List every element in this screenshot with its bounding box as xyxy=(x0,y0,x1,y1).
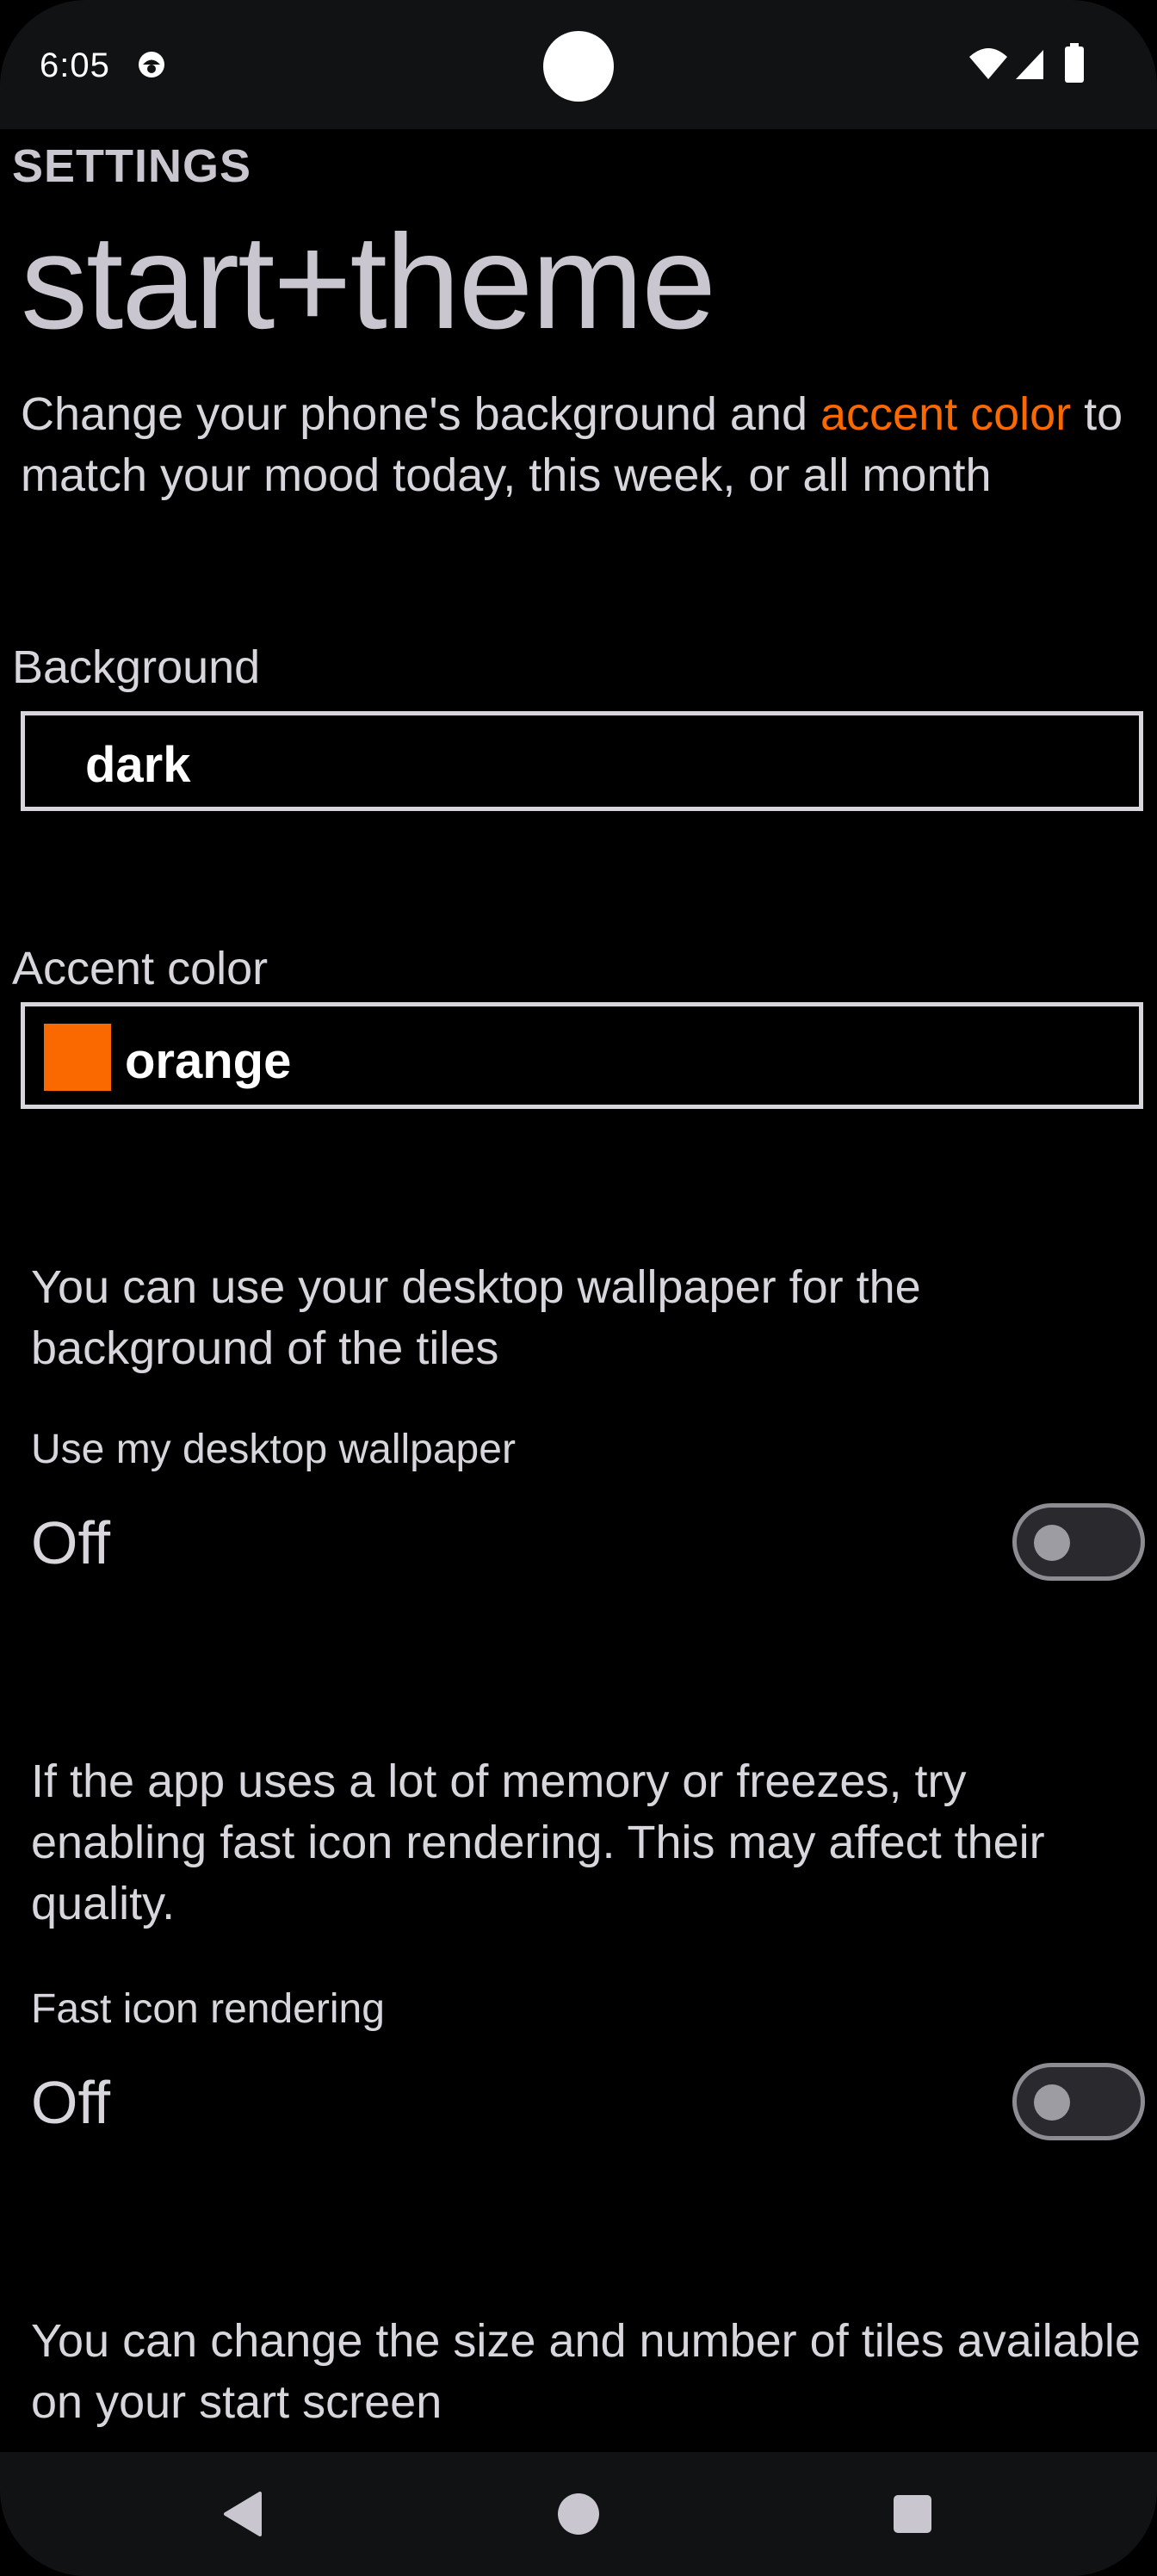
switch-knob xyxy=(1034,2084,1070,2121)
description-accent-phrase: accent color xyxy=(820,388,1072,440)
status-time: 6:05 xyxy=(40,46,110,84)
camera-cutout xyxy=(543,31,614,102)
status-bar: 6:05 xyxy=(0,0,1157,129)
section-label: SETTINGS xyxy=(12,140,252,192)
home-icon xyxy=(558,2493,599,2535)
wifi-icon xyxy=(969,48,1007,79)
app-notification-icon xyxy=(139,52,164,77)
fast-icon-toggle-label: Fast icon rendering xyxy=(31,1986,385,2032)
cell-signal-icon xyxy=(1016,50,1043,79)
back-button[interactable] xyxy=(200,2471,286,2557)
recents-button[interactable] xyxy=(869,2471,956,2557)
fast-icon-toggle-switch[interactable] xyxy=(1012,2063,1145,2140)
wallpaper-info: You can use your desktop wallpaper for t… xyxy=(31,1261,921,1374)
accent-color-value: orange xyxy=(125,1033,292,1089)
fast-icon-info: If the app uses a lot of memory or freez… xyxy=(31,1756,1045,1929)
phone-screen: 6:05 SETTINGS start+theme Change your ph… xyxy=(0,0,1157,2576)
page-title: start+theme xyxy=(21,207,716,357)
accent-color-label: Accent color xyxy=(12,943,269,994)
battery-icon xyxy=(1065,43,1084,83)
wallpaper-toggle-state: Off xyxy=(31,1509,111,1576)
theme-description: Change your phone's background and accen… xyxy=(21,384,1140,506)
tiles-info: You can change the size and number of ti… xyxy=(31,2315,1141,2428)
description-text-start: Change your phone's background and xyxy=(21,388,820,440)
wallpaper-toggle-label: Use my desktop wallpaper xyxy=(31,1427,516,1472)
background-value: dark xyxy=(85,737,191,793)
switch-knob xyxy=(1034,1525,1070,1561)
home-button[interactable] xyxy=(535,2471,622,2557)
accent-color-picker[interactable]: orange xyxy=(21,1002,1143,1109)
back-icon xyxy=(224,2492,262,2536)
navigation-bar xyxy=(0,2452,1157,2576)
fast-icon-toggle-state: Off xyxy=(31,2069,111,2136)
background-label: Background xyxy=(12,641,261,693)
accent-color-swatch xyxy=(44,1024,111,1091)
background-picker[interactable]: dark xyxy=(21,711,1143,811)
recents-icon xyxy=(894,2495,931,2533)
wallpaper-toggle-switch[interactable] xyxy=(1012,1503,1145,1581)
